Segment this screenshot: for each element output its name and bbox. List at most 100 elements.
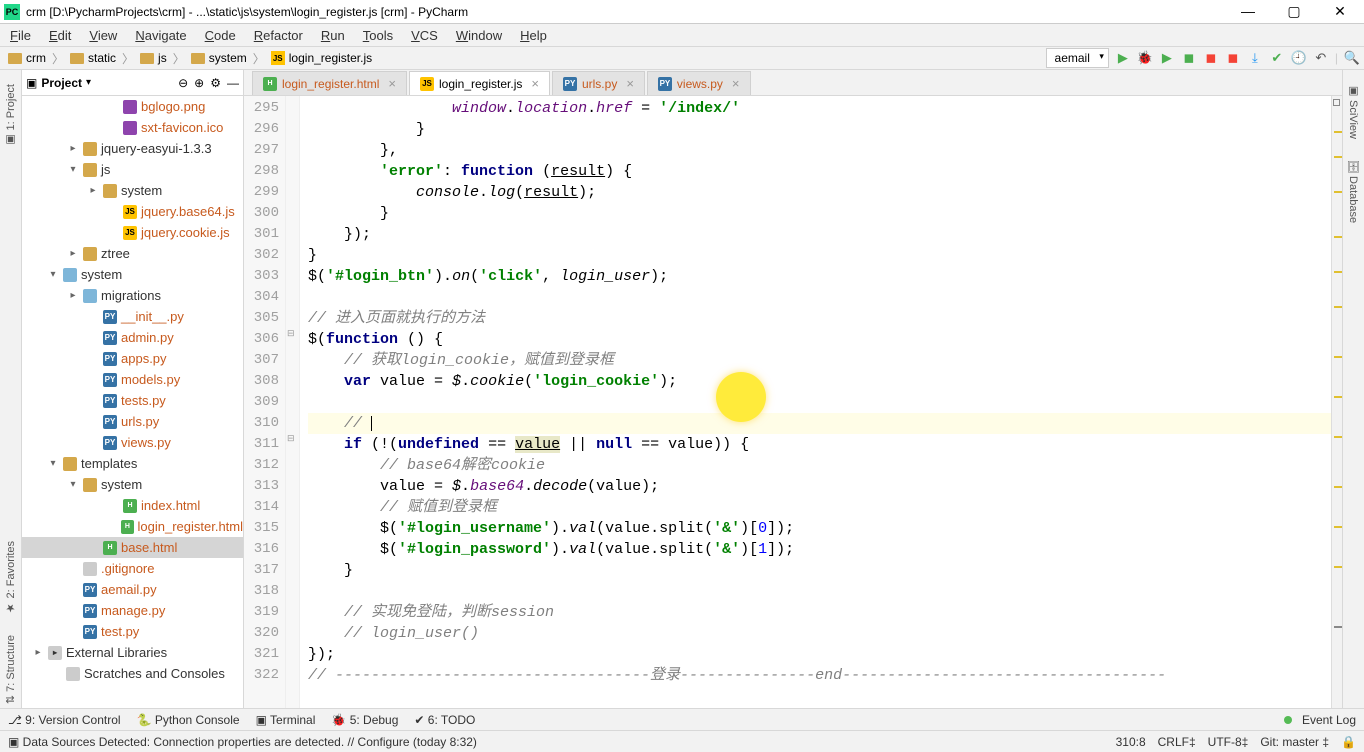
sciview-tool-button[interactable]: ▣ SciView	[1347, 80, 1360, 143]
marker-strip[interactable]	[1331, 96, 1342, 708]
editor-tab[interactable]: PYurls.py×	[552, 71, 645, 95]
tree-item[interactable]: ▸migrations	[22, 285, 243, 306]
caret-position[interactable]: 310:8	[1116, 735, 1146, 749]
minimize-button[interactable]: —	[1234, 3, 1262, 20]
breadcrumb-item[interactable]: js	[136, 51, 171, 65]
update-icon[interactable]: ⤓	[1247, 50, 1263, 66]
menu-run[interactable]: Run	[315, 26, 351, 45]
close-button[interactable]: ✕	[1326, 3, 1354, 20]
window-title: crm [D:\PycharmProjects\crm] - ...\stati…	[26, 5, 1234, 19]
debug-button[interactable]: 🐞 5: Debug	[331, 713, 398, 727]
menu-navigate[interactable]: Navigate	[129, 26, 192, 45]
event-log-button[interactable]: Event Log	[1302, 713, 1356, 727]
tree-item[interactable]: PYmanage.py	[22, 600, 243, 621]
run-config-dropdown[interactable]: aemail	[1046, 48, 1109, 68]
debug-icon[interactable]: 🐞	[1137, 50, 1153, 66]
tree-item[interactable]: PYmodels.py	[22, 369, 243, 390]
tree-item[interactable]: ▸ztree	[22, 243, 243, 264]
fold-column[interactable]: ⊟ ⊟	[286, 96, 300, 708]
locate-icon[interactable]: ⊕	[194, 76, 204, 90]
titlebar: PC crm [D:\PycharmProjects\crm] - ...\st…	[0, 0, 1364, 24]
tree-item[interactable]: .gitignore	[22, 558, 243, 579]
menu-refactor[interactable]: Refactor	[248, 26, 309, 45]
editor-tabs: Hlogin_register.html×JSlogin_register.js…	[244, 70, 1342, 96]
breadcrumb-item[interactable]: system	[187, 51, 251, 65]
menu-code[interactable]: Code	[199, 26, 242, 45]
project-view-dropdown[interactable]: Project	[41, 76, 82, 90]
menu-file[interactable]: File	[4, 26, 37, 45]
menu-tools[interactable]: Tools	[357, 26, 399, 45]
project-panel-header: ▣Project▾ ⊖ ⊕ ⚙ —	[22, 70, 243, 96]
terminal-button[interactable]: ▣ Terminal	[256, 713, 316, 727]
editor-tab[interactable]: JSlogin_register.js×	[409, 71, 550, 95]
project-tool-button[interactable]: ▣ 1: Project	[4, 80, 17, 151]
profile-icon[interactable]: ◼	[1181, 50, 1197, 66]
menu-view[interactable]: View	[83, 26, 123, 45]
maximize-button[interactable]: ▢	[1280, 3, 1308, 20]
editor-body[interactable]: 2952962972982993003013023033043053063073…	[244, 96, 1342, 708]
tree-item[interactable]: ▸system	[22, 180, 243, 201]
tree-item[interactable]: PYapps.py	[22, 348, 243, 369]
line-separator[interactable]: CRLF‡	[1158, 735, 1196, 749]
hide-icon[interactable]: —	[227, 76, 239, 90]
todo-button[interactable]: ✔ 6: TODO	[414, 713, 475, 727]
close-tab-icon[interactable]: ×	[531, 76, 539, 91]
git-branch[interactable]: Git: master ‡	[1260, 735, 1329, 749]
stop2-icon[interactable]: ◼	[1225, 50, 1241, 66]
tree-item[interactable]: ▾system	[22, 474, 243, 495]
main-row: ▣ 1: Project ★ 2: Favorites ⇅ 7: Structu…	[0, 70, 1364, 708]
commit-icon[interactable]: ✔	[1269, 50, 1285, 66]
code-content[interactable]: window.location.href = '/index/' } }, 'e…	[300, 96, 1342, 708]
menu-window[interactable]: Window	[450, 26, 508, 45]
file-encoding[interactable]: UTF-8‡	[1208, 735, 1249, 749]
search-everywhere-icon[interactable]: 🔍	[1344, 50, 1360, 66]
stop-icon[interactable]: ◼	[1203, 50, 1219, 66]
close-tab-icon[interactable]: ×	[388, 76, 396, 91]
tree-item[interactable]: sxt-favicon.ico	[22, 117, 243, 138]
line-numbers: 2952962972982993003013023033043053063073…	[244, 96, 286, 708]
python-console-button[interactable]: 🐍 Python Console	[137, 713, 240, 727]
tree-item[interactable]: bglogo.png	[22, 96, 243, 117]
favorites-tool-button[interactable]: ★ 2: Favorites	[4, 537, 17, 619]
inspection-indicator[interactable]	[1333, 99, 1340, 106]
tree-item[interactable]: ▾system	[22, 264, 243, 285]
tree-item[interactable]: PYtests.py	[22, 390, 243, 411]
tree-item[interactable]: ▸jquery-easyui-1.3.3	[22, 138, 243, 159]
breadcrumb-item[interactable]: crm	[4, 51, 50, 65]
coverage-icon[interactable]: ▶	[1159, 50, 1175, 66]
tree-item[interactable]: PYadmin.py	[22, 327, 243, 348]
menu-edit[interactable]: Edit	[43, 26, 77, 45]
menu-vcs[interactable]: VCS	[405, 26, 444, 45]
tree-item[interactable]: PYviews.py	[22, 432, 243, 453]
tree-item[interactable]: PYurls.py	[22, 411, 243, 432]
tree-item[interactable]: PYaemail.py	[22, 579, 243, 600]
project-tree[interactable]: bglogo.pngsxt-favicon.ico▸jquery-easyui-…	[22, 96, 243, 708]
menu-help[interactable]: Help	[514, 26, 553, 45]
structure-tool-button[interactable]: ⇅ 7: Structure	[4, 631, 17, 708]
tree-item[interactable]: Hbase.html	[22, 537, 243, 558]
settings-icon[interactable]: ⚙	[210, 76, 221, 90]
tree-item[interactable]: ▾templates	[22, 453, 243, 474]
tree-item[interactable]: Hindex.html	[22, 495, 243, 516]
breadcrumb-item[interactable]: static	[66, 51, 120, 65]
tree-item[interactable]: JSjquery.cookie.js	[22, 222, 243, 243]
tree-item[interactable]: ▾js	[22, 159, 243, 180]
collapse-icon[interactable]: ⊖	[178, 76, 188, 90]
revert-icon[interactable]: ↶	[1313, 50, 1329, 66]
version-control-button[interactable]: ⎇ 9: Version Control	[8, 713, 121, 727]
tree-item[interactable]: Hlogin_register.html	[22, 516, 243, 537]
lock-icon[interactable]: 🔒	[1341, 735, 1356, 749]
database-tool-button[interactable]: 🗄 Database	[1347, 155, 1360, 227]
editor-tab[interactable]: PYviews.py×	[647, 71, 751, 95]
history-icon[interactable]: 🕘	[1291, 50, 1307, 66]
close-tab-icon[interactable]: ×	[732, 76, 740, 91]
close-tab-icon[interactable]: ×	[626, 76, 634, 91]
tree-item[interactable]: PYtest.py	[22, 621, 243, 642]
breadcrumb-item[interactable]: JSlogin_register.js	[267, 51, 376, 65]
tree-item[interactable]: Scratches and Consoles	[22, 663, 243, 684]
run-icon[interactable]: ▶	[1115, 50, 1131, 66]
tree-item[interactable]: ▸▸External Libraries	[22, 642, 243, 663]
tree-item[interactable]: PY__init__.py	[22, 306, 243, 327]
editor-tab[interactable]: Hlogin_register.html×	[252, 71, 407, 95]
tree-item[interactable]: JSjquery.base64.js	[22, 201, 243, 222]
